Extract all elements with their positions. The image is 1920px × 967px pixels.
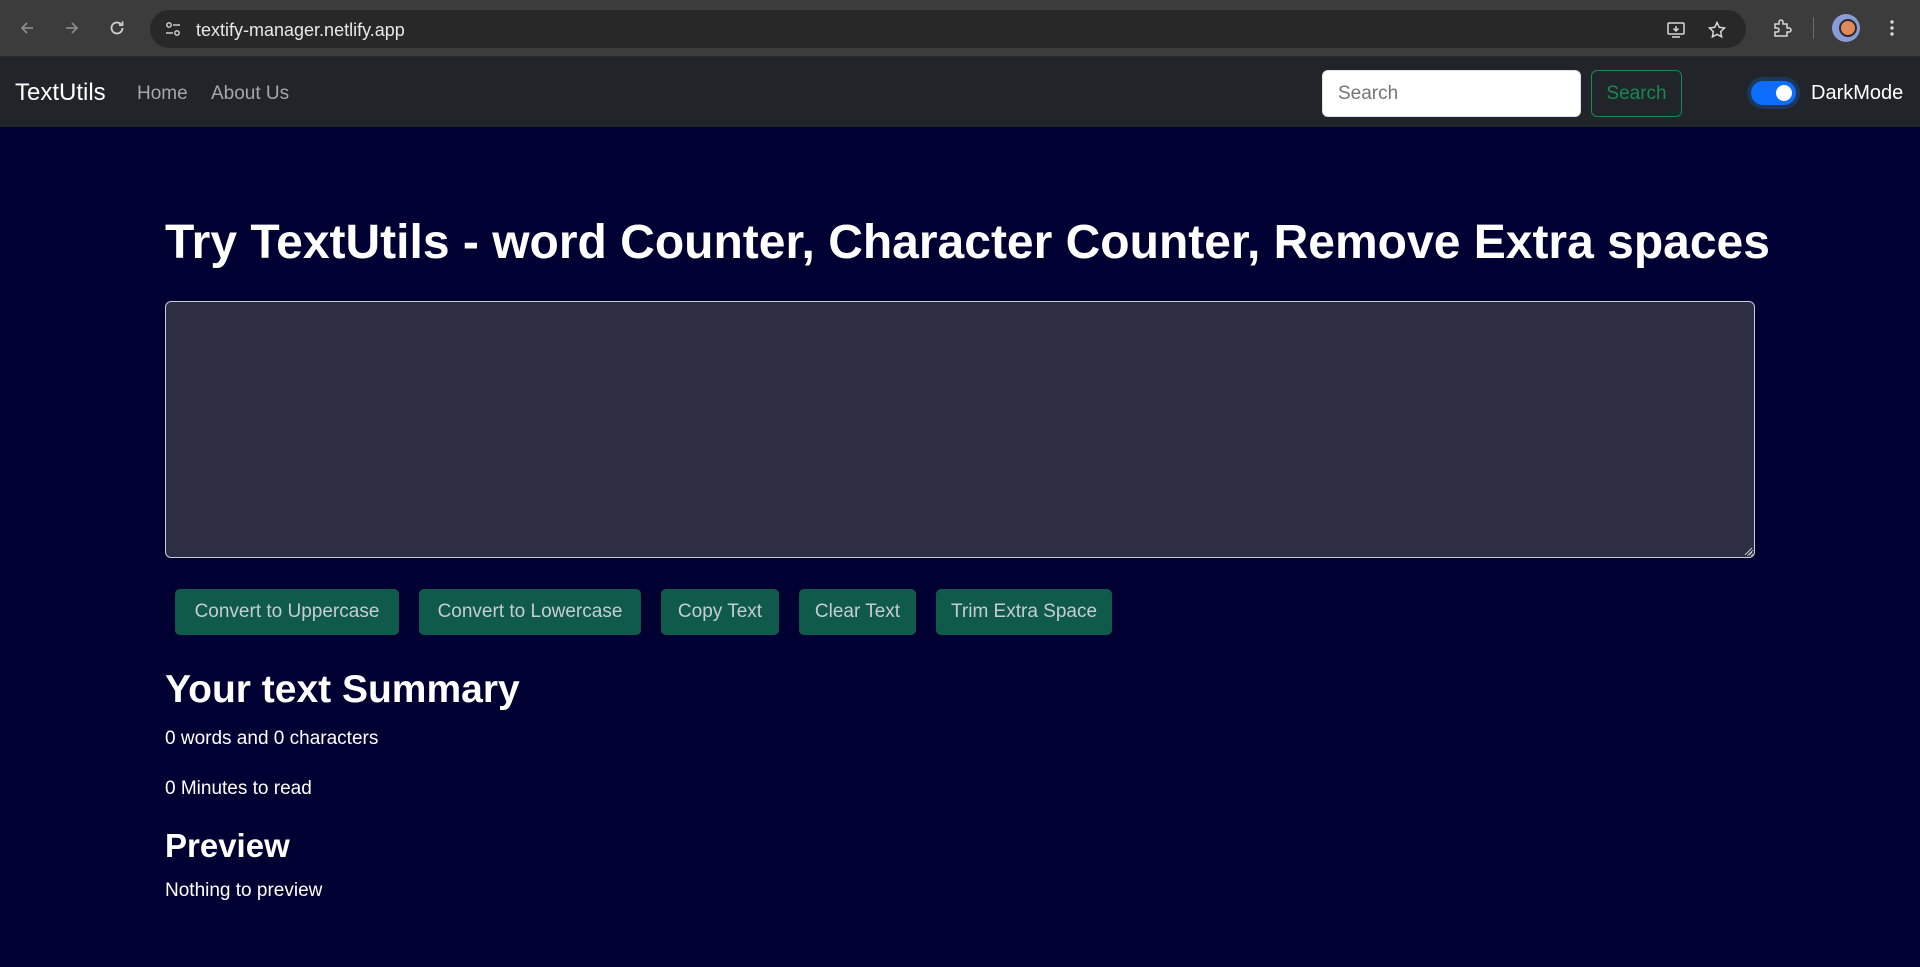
toggle-knob [1776,85,1792,101]
url-text[interactable]: textify-manager.netlify.app [196,20,405,41]
reload-button[interactable] [102,13,132,43]
preview-text: Nothing to preview [165,880,323,901]
forward-button[interactable] [57,13,87,43]
summary-heading: Your text Summary [165,668,520,711]
dark-mode-toggle[interactable] [1751,81,1796,105]
copy-text-button[interactable]: Copy Text [661,589,779,635]
profile-avatar[interactable] [1832,14,1860,42]
browser-toolbar: textify-manager.netlify.app [0,0,1920,57]
page-title: Try TextUtils - word Counter, Character … [165,216,1770,269]
search-input[interactable] [1322,70,1581,117]
address-bar[interactable]: textify-manager.netlify.app [150,10,1746,48]
back-button[interactable] [12,13,42,43]
uppercase-button[interactable]: Convert to Uppercase [175,589,399,635]
search-button[interactable]: Search [1591,70,1682,117]
clear-text-button[interactable]: Clear Text [799,589,916,635]
chrome-menu-button[interactable] [1877,13,1907,43]
preview-heading: Preview [165,827,290,864]
trim-space-button[interactable]: Trim Extra Space [936,589,1112,635]
kebab-menu-icon [1890,20,1894,36]
dark-mode-label: DarkMode [1811,82,1904,104]
app-navbar: TextUtils Home About Us Search DarkMode [0,57,1920,127]
toolbar-divider [1813,17,1814,39]
bookmark-star-icon[interactable] [1706,19,1728,41]
read-time: 0 Minutes to read [165,778,312,799]
lowercase-button[interactable]: Convert to Lowercase [419,589,641,635]
install-app-icon[interactable] [1665,19,1687,41]
brand-logo[interactable]: TextUtils [15,79,106,107]
arrow-right-icon [66,22,79,34]
word-char-count: 0 words and 0 characters [165,728,379,749]
resize-grip-icon[interactable] [1743,546,1753,556]
reload-icon [110,21,124,35]
site-settings-icon[interactable] [160,16,186,42]
puzzle-icon [1774,19,1792,37]
nav-link-home[interactable]: Home [137,83,188,105]
extensions-button[interactable] [1767,13,1797,43]
nav-link-about[interactable]: About Us [211,83,289,105]
arrow-left-icon [20,22,33,34]
text-input-area[interactable] [165,301,1755,558]
